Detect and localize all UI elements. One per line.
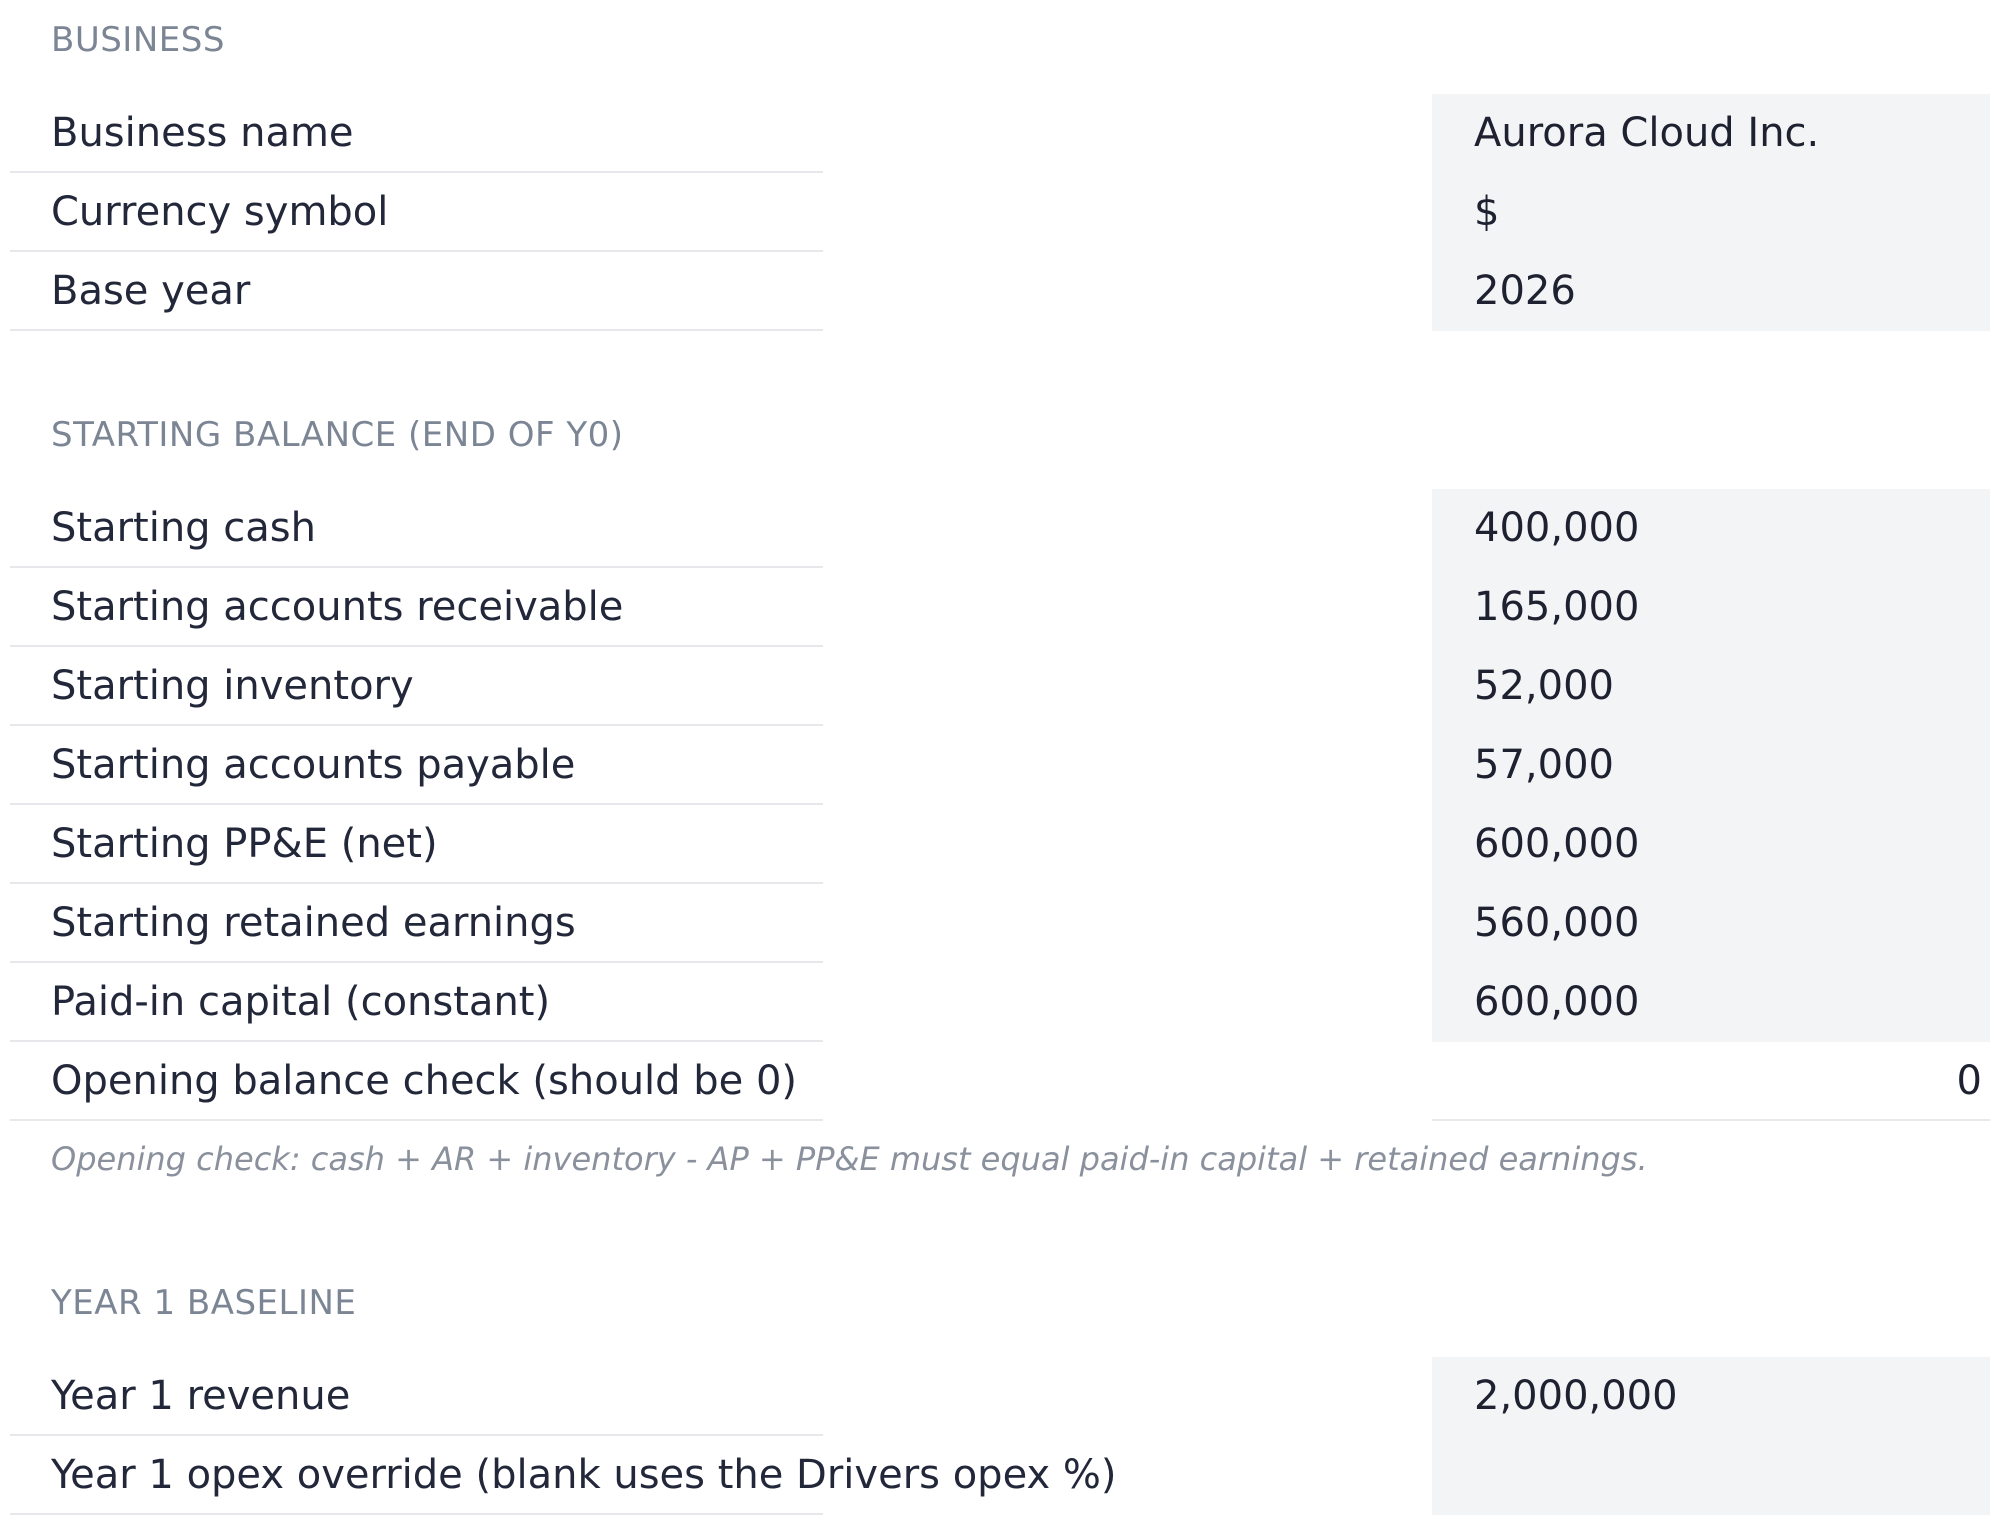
field-row-starting-cash: Starting cash	[0, 489, 2000, 568]
opening-balance-check-label: Opening balance check (should be 0)	[51, 1058, 798, 1104]
year1-opex-override-label: Year 1 opex override (blank uses the Dri…	[51, 1452, 1117, 1498]
field-row-year1-revenue: Year 1 revenue	[0, 1357, 2000, 1436]
field-row-year1-opex-override: Year 1 opex override (blank uses the Dri…	[0, 1436, 2000, 1515]
starting-ar-label: Starting accounts receivable	[51, 584, 624, 630]
field-row-business-name: Business name	[0, 94, 2000, 173]
starting-ppe-label: Starting PP&E (net)	[51, 821, 438, 867]
starting-retained-earnings-input[interactable]	[1432, 884, 1990, 963]
paid-in-capital-label: Paid-in capital (constant)	[51, 979, 551, 1025]
starting-ap-input[interactable]	[1432, 726, 1990, 805]
opening-balance-check-value: 0	[1432, 1042, 1990, 1121]
business-name-input[interactable]	[1432, 94, 1990, 173]
starting-ap-label: Starting accounts payable	[51, 742, 576, 788]
year1-revenue-input[interactable]	[1432, 1357, 1990, 1436]
opening-check-note: Opening check: cash + AR + inventory - A…	[51, 1140, 1648, 1178]
starting-inventory-label: Starting inventory	[51, 663, 414, 709]
section-title-year1-baseline: YEAR 1 BASELINE	[51, 1283, 357, 1323]
year1-opex-override-input[interactable]	[1432, 1436, 1990, 1515]
row-divider	[10, 1513, 823, 1515]
base-year-input[interactable]	[1432, 252, 1990, 331]
business-name-label: Business name	[51, 110, 354, 156]
field-row-currency-symbol: Currency symbol	[0, 173, 2000, 252]
field-row-paid-in-capital: Paid-in capital (constant)	[0, 963, 2000, 1042]
year1-revenue-label: Year 1 revenue	[51, 1373, 351, 1419]
field-row-base-year: Base year	[0, 252, 2000, 331]
starting-ppe-input[interactable]	[1432, 805, 1990, 884]
section-title-business: BUSINESS	[51, 20, 225, 60]
field-row-starting-inventory: Starting inventory	[0, 647, 2000, 726]
row-divider	[10, 329, 823, 331]
starting-inventory-input[interactable]	[1432, 647, 1990, 726]
row-divider	[10, 1119, 823, 1121]
starting-retained-earnings-label: Starting retained earnings	[51, 900, 576, 946]
base-year-label: Base year	[51, 268, 251, 314]
starting-cash-input[interactable]	[1432, 489, 1990, 568]
field-row-opening-balance-check: Opening balance check (should be 0) 0	[0, 1042, 2000, 1121]
starting-cash-label: Starting cash	[51, 505, 316, 551]
field-row-starting-ppe: Starting PP&E (net)	[0, 805, 2000, 884]
paid-in-capital-input[interactable]	[1432, 963, 1990, 1042]
section-title-starting-balance: STARTING BALANCE (END OF Y0)	[51, 415, 624, 455]
currency-symbol-label: Currency symbol	[51, 189, 389, 235]
currency-symbol-input[interactable]	[1432, 173, 1990, 252]
field-row-starting-ar: Starting accounts receivable	[0, 568, 2000, 647]
field-row-starting-ap: Starting accounts payable	[0, 726, 2000, 805]
starting-ar-input[interactable]	[1432, 568, 1990, 647]
field-row-starting-retained-earnings: Starting retained earnings	[0, 884, 2000, 963]
